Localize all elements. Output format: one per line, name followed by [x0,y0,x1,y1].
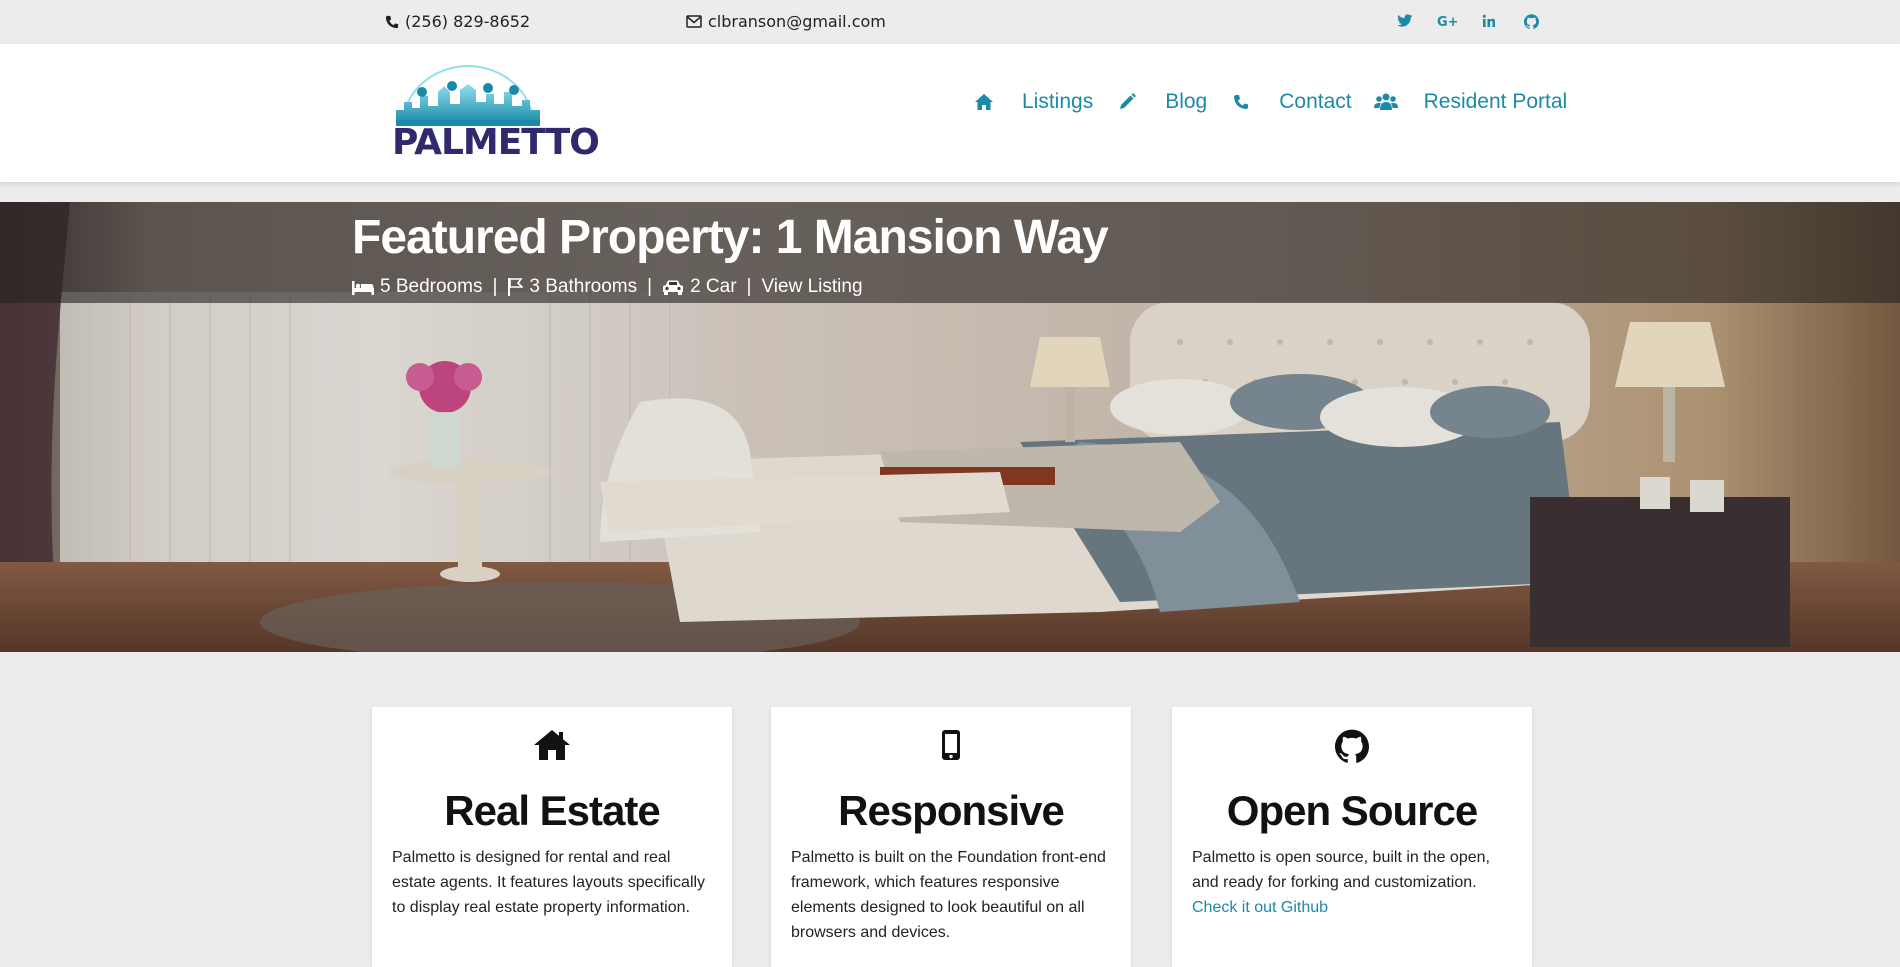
separator: | [746,276,752,297]
card-description: Palmetto is open source, built in the op… [1192,845,1514,920]
nav-label-contact: Contact [1279,90,1352,113]
bed-icon [352,281,374,295]
logo-skyline-graphic [396,64,540,126]
github-link[interactable]: Check it out Github [1192,899,1328,916]
palmetto-logo[interactable]: PALMETTO [392,62,600,166]
bathrooms-count: 3 Bathrooms [529,276,638,297]
nav-item-contact[interactable]: Contact [1227,90,1352,114]
property-details: 5 Bedrooms | 3 Bathrooms | 2 Car | View … [352,276,863,298]
phone-icon [1227,94,1255,110]
nav-label-listings: Listings [1022,90,1094,113]
pencil-icon [1113,93,1141,111]
car-icon [663,280,684,295]
users-icon [1372,93,1400,111]
card-title: Real Estate [444,787,660,834]
flag-icon [508,278,524,296]
card-title: Responsive [838,787,1065,834]
linkedin-icon[interactable] [1479,11,1499,31]
featured-property-hero[interactable]: Featured Property: 1 Mansion Way 5 Bedro… [0,202,1900,652]
featured-property-title[interactable]: Featured Property: 1 Mansion Way [352,210,1109,265]
phone-number: (256) 829-8652 [405,12,531,31]
envelope-icon [686,15,702,28]
google-plus-icon[interactable]: G+ [1437,11,1457,31]
nav-item-listings[interactable]: Listings [970,90,1093,114]
card-title: Open Source [1226,787,1478,834]
feature-card-open-source: Open Source Palmetto is open source, bui… [1172,707,1532,967]
feature-card-responsive: Responsive Palmetto is built on the Foun… [771,707,1131,967]
social-links: G+ [1395,11,1541,31]
separator: | [647,276,653,297]
feature-card-real-estate: Real Estate Palmetto is designed for ren… [372,707,732,967]
card-description-text: Palmetto is open source, built in the op… [1192,849,1490,891]
home-icon [372,729,732,761]
email-contact[interactable]: clbranson@gmail.com [686,12,886,31]
card-description: Palmetto is designed for rental and real… [392,849,706,916]
email-address: clbranson@gmail.com [708,12,886,31]
nav-label-resident-portal: Resident Portal [1423,90,1568,113]
main-nav: Listings Blog Contact Resident Portal [970,90,1587,114]
github-icon[interactable] [1521,11,1541,31]
view-listing-link[interactable]: View Listing [761,276,862,298]
svg-text:G+: G+ [1437,15,1457,28]
logo-text: PALMETTO [392,122,600,163]
top-bar: (256) 829-8652 clbranson@gmail.com G+ [0,0,1900,44]
home-icon [970,93,998,111]
nav-item-resident-portal[interactable]: Resident Portal [1372,90,1568,114]
nav-label-blog: Blog [1165,90,1208,113]
nav-item-blog[interactable]: Blog [1113,90,1207,114]
site-header: PALMETTO Listings Blog Contact Resident … [0,44,1900,182]
bedrooms-count: 5 Bedrooms [380,276,483,297]
github-icon [1172,729,1532,763]
car-count: 2 Car [690,276,737,297]
card-description: Palmetto is built on the Foundation fron… [791,849,1106,941]
phone-contact[interactable]: (256) 829-8652 [385,12,530,31]
twitter-icon[interactable] [1395,11,1415,31]
phone-icon [385,15,399,28]
separator: | [492,276,498,297]
mobile-icon [771,729,1131,761]
